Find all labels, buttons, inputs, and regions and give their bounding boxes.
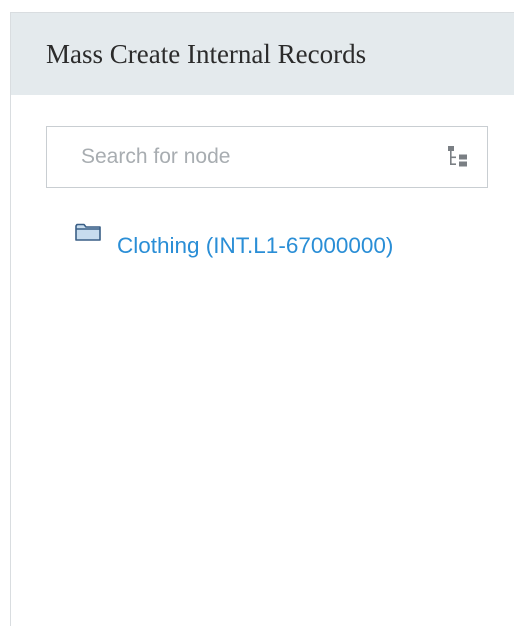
tree-node-clothing[interactable]: Clothing (INT.L1-67000000)	[75, 219, 393, 259]
node-tree: Clothing (INT.L1-67000000)	[75, 219, 393, 259]
search-box	[46, 126, 488, 188]
mass-create-panel: Mass Create Internal Records Search for …	[10, 12, 514, 626]
panel-header: Mass Create Internal Records	[11, 13, 514, 95]
search-input[interactable]	[47, 126, 443, 188]
tree-node-label[interactable]: Clothing (INT.L1-67000000)	[117, 233, 393, 259]
panel-title: Mass Create Internal Records	[46, 38, 367, 69]
folder-icon	[75, 223, 101, 241]
tree-view-icon[interactable]	[447, 146, 469, 168]
app-canvas: Mass Create Internal Records Search for …	[0, 0, 514, 626]
